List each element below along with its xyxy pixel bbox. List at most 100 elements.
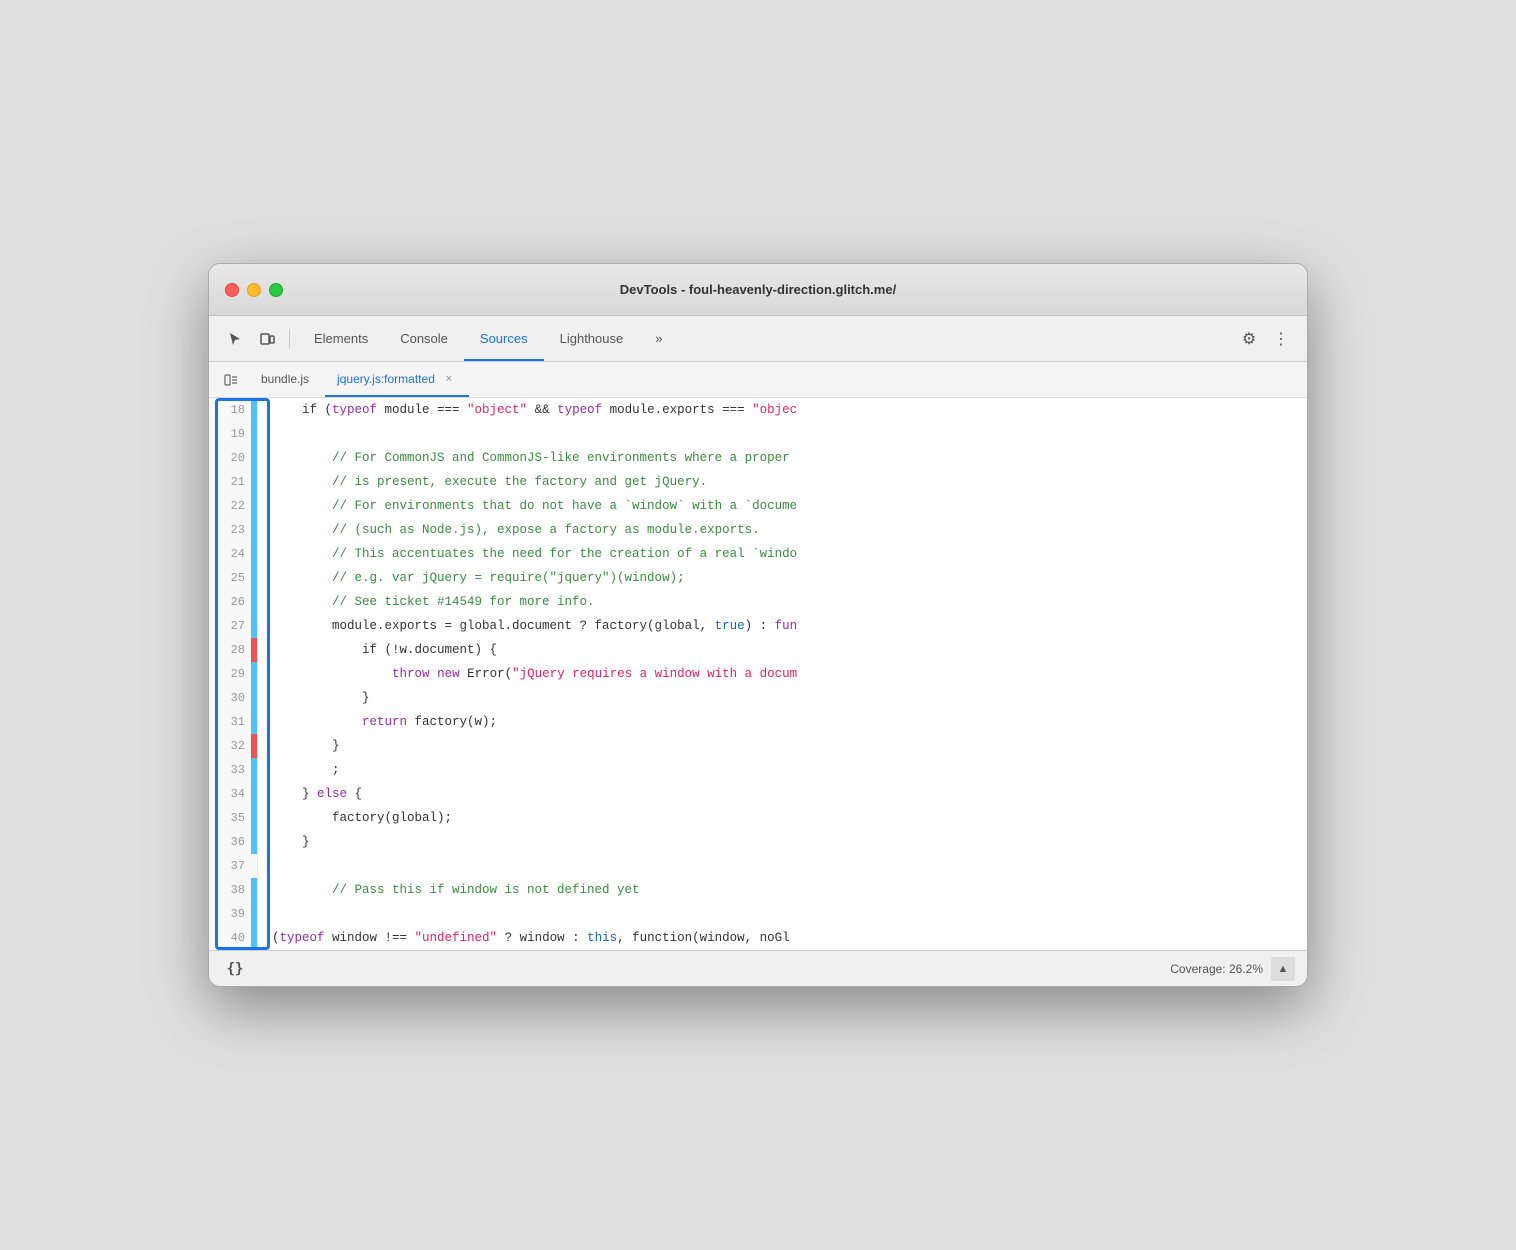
code-line: if (typeof module === "object" && typeof… — [272, 398, 1307, 422]
gutter-row: 19 — [209, 422, 257, 446]
cursor-icon[interactable] — [221, 325, 249, 353]
bottom-bar: {} Coverage: 26.2% ▲ — [209, 950, 1307, 986]
line-number: 37 — [209, 859, 251, 873]
format-button[interactable]: {} — [221, 955, 249, 983]
coverage-block — [251, 518, 257, 542]
line-number: 32 — [209, 739, 251, 753]
code-line: if (!w.document) { — [272, 638, 1307, 662]
code-line: // See ticket #14549 for more info. — [272, 590, 1307, 614]
line-number: 38 — [209, 883, 251, 897]
file-tab-jquery[interactable]: jquery.js:formatted × — [325, 362, 469, 397]
gutter-row: 35 — [209, 806, 257, 830]
coverage-block — [251, 590, 257, 614]
coverage-label: Coverage: 26.2% — [1170, 962, 1263, 976]
line-number: 20 — [209, 451, 251, 465]
file-panel-toggle[interactable] — [217, 362, 245, 397]
gutter-row: 21 — [209, 470, 257, 494]
line-number: 33 — [209, 763, 251, 777]
gutter-row: 23 — [209, 518, 257, 542]
code-line: // For CommonJS and CommonJS-like enviro… — [272, 446, 1307, 470]
code-line: factory(global); — [272, 806, 1307, 830]
gutter-row: 38 — [209, 878, 257, 902]
code-line — [272, 854, 1307, 878]
code-line: (typeof window !== "undefined" ? window … — [272, 926, 1307, 950]
line-number: 27 — [209, 619, 251, 633]
tab-lighthouse[interactable]: Lighthouse — [544, 316, 640, 361]
line-number: 26 — [209, 595, 251, 609]
gutter-row: 31 — [209, 710, 257, 734]
gutter-row: 20 — [209, 446, 257, 470]
more-options-icon[interactable]: ⋮ — [1267, 325, 1295, 353]
code-line: } — [272, 686, 1307, 710]
code-line: // (such as Node.js), expose a factory a… — [272, 518, 1307, 542]
line-number: 25 — [209, 571, 251, 585]
line-number: 36 — [209, 835, 251, 849]
code-line: } — [272, 830, 1307, 854]
traffic-lights — [225, 283, 283, 297]
code-line: module.exports = global.document ? facto… — [272, 614, 1307, 638]
coverage-block — [251, 398, 257, 422]
tab-elements[interactable]: Elements — [298, 316, 384, 361]
close-button[interactable] — [225, 283, 239, 297]
settings-icon[interactable]: ⚙ — [1235, 325, 1263, 353]
scroll-up-button[interactable]: ▲ — [1271, 957, 1295, 981]
code-line: } else { — [272, 782, 1307, 806]
code-line: // is present, execute the factory and g… — [272, 470, 1307, 494]
line-number: 22 — [209, 499, 251, 513]
coverage-block — [251, 758, 257, 782]
coverage-block — [251, 902, 257, 926]
gutter-row: 28 — [209, 638, 257, 662]
coverage-block — [251, 710, 257, 734]
titlebar: DevTools - foul-heavenly-direction.glitc… — [209, 264, 1307, 316]
line-number: 31 — [209, 715, 251, 729]
coverage-block — [251, 806, 257, 830]
code-line: // e.g. var jQuery = require("jquery")(w… — [272, 566, 1307, 590]
gutter-row: 29 — [209, 662, 257, 686]
gutter-row: 40 — [209, 926, 257, 950]
close-tab-icon[interactable]: × — [441, 371, 457, 387]
devtools-toolbar: Elements Console Sources Lighthouse » ⚙ … — [209, 316, 1307, 362]
gutter-row: 22 — [209, 494, 257, 518]
code-editor: 18 19 20 21 22 23 24 25 26 27 28 2930 31 32 33 34 35 36 37… — [209, 398, 1307, 950]
line-number: 35 — [209, 811, 251, 825]
file-tabs: bundle.js jquery.js:formatted × — [209, 362, 1307, 398]
line-number: 23 — [209, 523, 251, 537]
coverage-block — [251, 542, 257, 566]
line-number: 28 — [209, 643, 251, 657]
line-number: 24 — [209, 547, 251, 561]
gutter-row: 18 — [209, 398, 257, 422]
file-tab-bundle[interactable]: bundle.js — [249, 362, 321, 397]
devtools-window: DevTools - foul-heavenly-direction.glitc… — [208, 263, 1308, 987]
coverage-block — [251, 686, 257, 710]
gutter-row: 27 — [209, 614, 257, 638]
coverage-block — [251, 470, 257, 494]
gutter-row: 30 — [209, 686, 257, 710]
line-gutter: 18 19 20 21 22 23 24 25 26 27 28 2930 31 32 33 34 35 36 37… — [209, 398, 258, 950]
line-number: 18 — [209, 403, 251, 417]
gutter-row: 37 — [209, 854, 257, 878]
code-line: // This accentuates the need for the cre… — [272, 542, 1307, 566]
gutter-row: 24 — [209, 542, 257, 566]
maximize-button[interactable] — [269, 283, 283, 297]
code-line: return factory(w); — [272, 710, 1307, 734]
tab-more[interactable]: » — [639, 316, 678, 361]
window-title: DevTools - foul-heavenly-direction.glitc… — [620, 282, 896, 297]
coverage-block — [251, 446, 257, 470]
line-number: 34 — [209, 787, 251, 801]
bottom-bar-right: Coverage: 26.2% ▲ — [1170, 957, 1295, 981]
gutter-row: 26 — [209, 590, 257, 614]
device-icon[interactable] — [253, 325, 281, 353]
coverage-block — [251, 734, 257, 758]
tab-console[interactable]: Console — [384, 316, 464, 361]
toolbar-divider — [289, 329, 290, 349]
toolbar-right: ⚙ ⋮ — [1235, 325, 1295, 353]
tab-sources[interactable]: Sources — [464, 316, 544, 361]
code-line: // For environments that do not have a `… — [272, 494, 1307, 518]
coverage-block — [251, 614, 257, 638]
gutter-row: 25 — [209, 566, 257, 590]
code-line: } — [272, 734, 1307, 758]
coverage-block — [251, 782, 257, 806]
minimize-button[interactable] — [247, 283, 261, 297]
line-number: 21 — [209, 475, 251, 489]
gutter-row: 39 — [209, 902, 257, 926]
